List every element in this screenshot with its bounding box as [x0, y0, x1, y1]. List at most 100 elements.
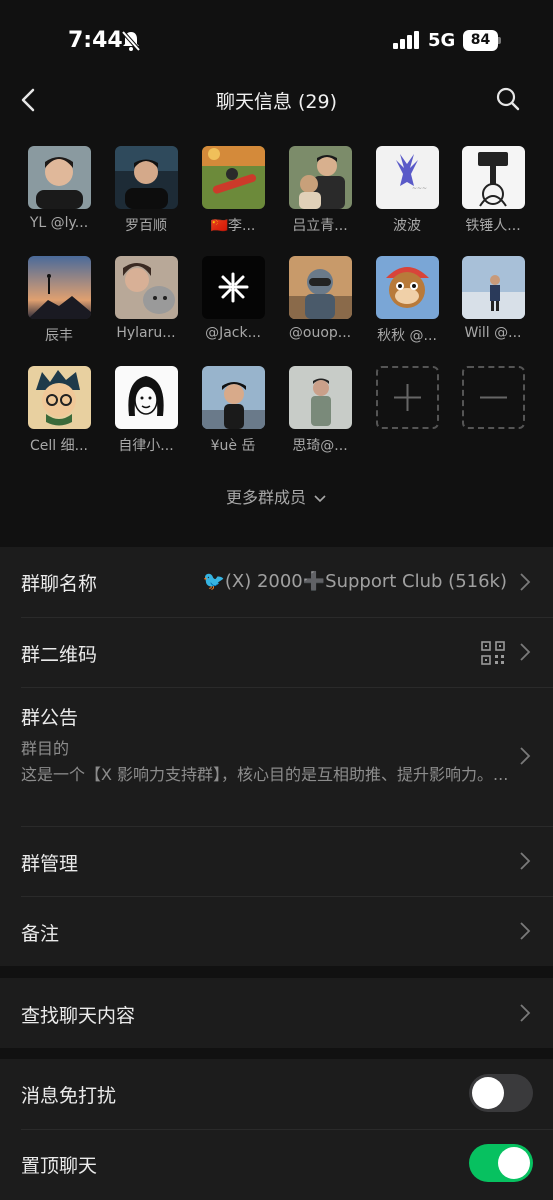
remark-label: 备注: [21, 923, 60, 945]
group-manage-row[interactable]: 群管理: [0, 826, 553, 896]
avatar: [461, 146, 525, 209]
member-name: 思琦@...: [292, 438, 348, 454]
announcement-row[interactable]: 群公告 群目的 这是一个【X 影响力支持群】，核心目的是互相助推、提升影响力。.…: [0, 687, 553, 826]
status-bar: 7:44 5G 84: [0, 0, 553, 80]
svg-text:~~~: ~~~: [412, 185, 427, 192]
chevron-right-icon: [520, 1004, 531, 1022]
pin-toggle[interactable]: [469, 1144, 533, 1182]
member-item[interactable]: Hylaru...: [103, 256, 189, 341]
pin-label: 置顶聊天: [21, 1155, 98, 1177]
pin-row: 置顶聊天: [0, 1129, 553, 1200]
search-chat-row[interactable]: 查找聊天内容: [0, 978, 553, 1048]
member-item[interactable]: 铁锤人...: [450, 146, 536, 235]
avatar: [201, 366, 265, 429]
member-name: Cell 细...: [30, 438, 88, 454]
battery-icon: 84: [463, 30, 501, 51]
member-item[interactable]: @Jack...: [190, 256, 276, 341]
signal-icon: [393, 31, 419, 49]
remove-member-button[interactable]: [461, 366, 525, 429]
chevron-right-icon: [520, 852, 531, 870]
announcement-label: 群公告: [21, 707, 79, 729]
qr-code-row[interactable]: 群二维码: [0, 617, 553, 687]
group-name-row[interactable]: 群聊名称 🐦(X) 2000➕Support Club (516k): [0, 547, 553, 617]
remove-member-item[interactable]: [450, 366, 536, 429]
more-members-label: 更多群成员: [225, 488, 306, 507]
member-item[interactable]: Cell 细...: [16, 366, 102, 455]
member-item[interactable]: Will @...: [450, 256, 536, 341]
toggle-knob: [472, 1077, 504, 1109]
group-settings-section: 群聊名称 🐦(X) 2000➕Support Club (516k) 群二维码 …: [0, 547, 553, 966]
toggle-knob: [498, 1147, 530, 1179]
mute-toggle[interactable]: [469, 1074, 533, 1112]
battery-level: 84: [463, 30, 498, 51]
member-name: 罗百顺: [125, 218, 167, 234]
avatar: [288, 256, 352, 319]
search-section: 查找聊天内容: [0, 978, 553, 1048]
member-name: ¥uè 岳: [210, 438, 256, 454]
add-member-item[interactable]: [364, 366, 450, 429]
group-name-value: 🐦(X) 2000➕Support Club (516k): [202, 571, 507, 592]
member-item[interactable]: 辰丰: [16, 256, 102, 345]
avatar: [288, 146, 352, 209]
member-name: 🇨🇳李...: [210, 218, 256, 234]
more-members-link[interactable]: 更多群成员: [0, 484, 553, 508]
avatar: [201, 146, 265, 209]
avatar: [461, 256, 525, 319]
mute-row: 消息免打扰: [0, 1059, 553, 1129]
announcement-subtitle: 群目的: [21, 739, 70, 758]
bell-muted-icon: [121, 30, 141, 52]
chevron-right-icon: [520, 922, 531, 940]
avatar: [114, 256, 178, 319]
member-item[interactable]: 秋秋 @...: [364, 256, 450, 345]
remark-row[interactable]: 备注: [0, 896, 553, 966]
member-item[interactable]: 思琦@...: [277, 366, 363, 455]
member-name: 波波: [393, 218, 421, 234]
network-label: 5G: [428, 30, 456, 51]
avatar: [288, 366, 352, 429]
plus-icon: [393, 384, 421, 411]
qr-code-label: 群二维码: [21, 644, 98, 666]
avatar: [114, 146, 178, 209]
member-name: 自律小...: [118, 438, 174, 454]
search-chat-label: 查找聊天内容: [21, 1005, 136, 1027]
avatar: [27, 366, 91, 429]
avatar: [375, 256, 439, 319]
announcement-body: 这是一个【X 影响力支持群】，核心目的是互相助推、提升影响力。...: [21, 765, 509, 784]
add-member-button[interactable]: [375, 366, 439, 429]
member-name: 铁锤人...: [465, 218, 521, 234]
chevron-right-icon: [520, 643, 531, 661]
toggle-section: 消息免打扰 置顶聊天: [0, 1059, 553, 1200]
member-name: Hylaru...: [116, 325, 176, 341]
chevron-right-icon: [520, 573, 531, 591]
nav-bar: 聊天信息 (29): [0, 80, 553, 120]
group-manage-label: 群管理: [21, 853, 79, 875]
member-item[interactable]: @ouop...: [277, 256, 363, 341]
member-item[interactable]: ¥uè 岳: [190, 366, 276, 455]
status-time: 7:44: [68, 28, 123, 53]
avatar: ~~~: [375, 146, 439, 209]
avatar: [27, 256, 91, 319]
member-name: 辰丰: [45, 328, 73, 344]
member-item[interactable]: 自律小...: [103, 366, 189, 455]
member-name: 吕立青...: [292, 218, 348, 234]
member-item[interactable]: 罗百顺: [103, 146, 189, 235]
avatar: [27, 146, 91, 209]
avatar: [114, 366, 178, 429]
chevron-down-icon: [314, 494, 326, 502]
member-item[interactable]: ~~~ 波波: [364, 146, 450, 235]
minus-icon: [479, 396, 507, 399]
member-name: 秋秋 @...: [377, 328, 437, 344]
qr-code-icon: [481, 641, 505, 665]
member-name: @ouop...: [288, 325, 352, 341]
page-title: 聊天信息 (29): [215, 91, 338, 113]
chevron-right-icon: [520, 747, 531, 765]
member-item[interactable]: 吕立青...: [277, 146, 363, 235]
member-item[interactable]: YL @ly...: [16, 146, 102, 231]
search-icon[interactable]: [494, 85, 522, 113]
avatar: [201, 256, 265, 319]
member-item[interactable]: 🇨🇳李...: [190, 146, 276, 235]
mute-label: 消息免打扰: [21, 1085, 117, 1107]
member-name: YL @ly...: [29, 215, 89, 231]
member-name: @Jack...: [205, 325, 261, 341]
group-name-label: 群聊名称: [21, 573, 98, 595]
